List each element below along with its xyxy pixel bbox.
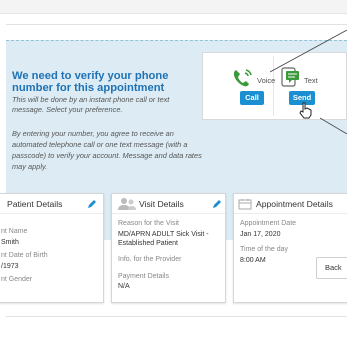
visit-reason-label: Reason for the Visit <box>118 220 179 227</box>
verify-title: We need to verify your phone number for … <box>12 70 169 94</box>
verify-consent-text: By entering your number, you agree to re… <box>12 129 202 171</box>
divider <box>6 316 347 317</box>
patient-name-label: nt Name <box>1 228 28 235</box>
verify-subtitle: This will be done by an instant phone ca… <box>12 95 170 114</box>
page: We need to verify your phone number for … <box>0 0 347 360</box>
back-button[interactable]: Back <box>316 257 347 279</box>
appointment-time-label: Time of the day <box>240 246 288 253</box>
payment-details-value: N/A <box>118 283 130 290</box>
callout-lines <box>270 29 347 134</box>
visit-details-card: Visit Details Reason for the Visit MD/AP… <box>111 193 226 303</box>
patient-details-card: Patient Details nt Name Smith nt Date of… <box>0 193 104 303</box>
appointment-date-label: Appointment Date <box>240 220 297 227</box>
visit-reason-value: MD/APRN ADULT Sick Visit - Established P… <box>118 231 209 247</box>
payment-details-label: Payment Details <box>118 273 169 280</box>
edit-icon[interactable] <box>87 199 97 209</box>
card-title: Appointment Details <box>234 194 347 214</box>
patient-gender-label: nt Gender <box>1 276 33 283</box>
provider-info-label: Info. for the Provider <box>118 256 182 263</box>
card-title: Visit Details <box>112 194 225 214</box>
patient-dob-label: nt Date of Birth <box>1 252 48 259</box>
top-bar <box>0 0 347 14</box>
edit-icon[interactable] <box>212 199 222 209</box>
phone-ringing-icon <box>233 69 252 87</box>
patient-name-value: Smith <box>1 239 19 246</box>
appointment-details-card: Appointment Details Appointment Date Jan… <box>233 193 347 303</box>
appointment-time-value: 8:00 AM <box>240 257 266 264</box>
call-button[interactable]: Call <box>240 91 264 105</box>
patient-dob-value: /1973 <box>1 263 19 270</box>
appointment-date-value: Jan 17, 2020 <box>240 231 281 238</box>
